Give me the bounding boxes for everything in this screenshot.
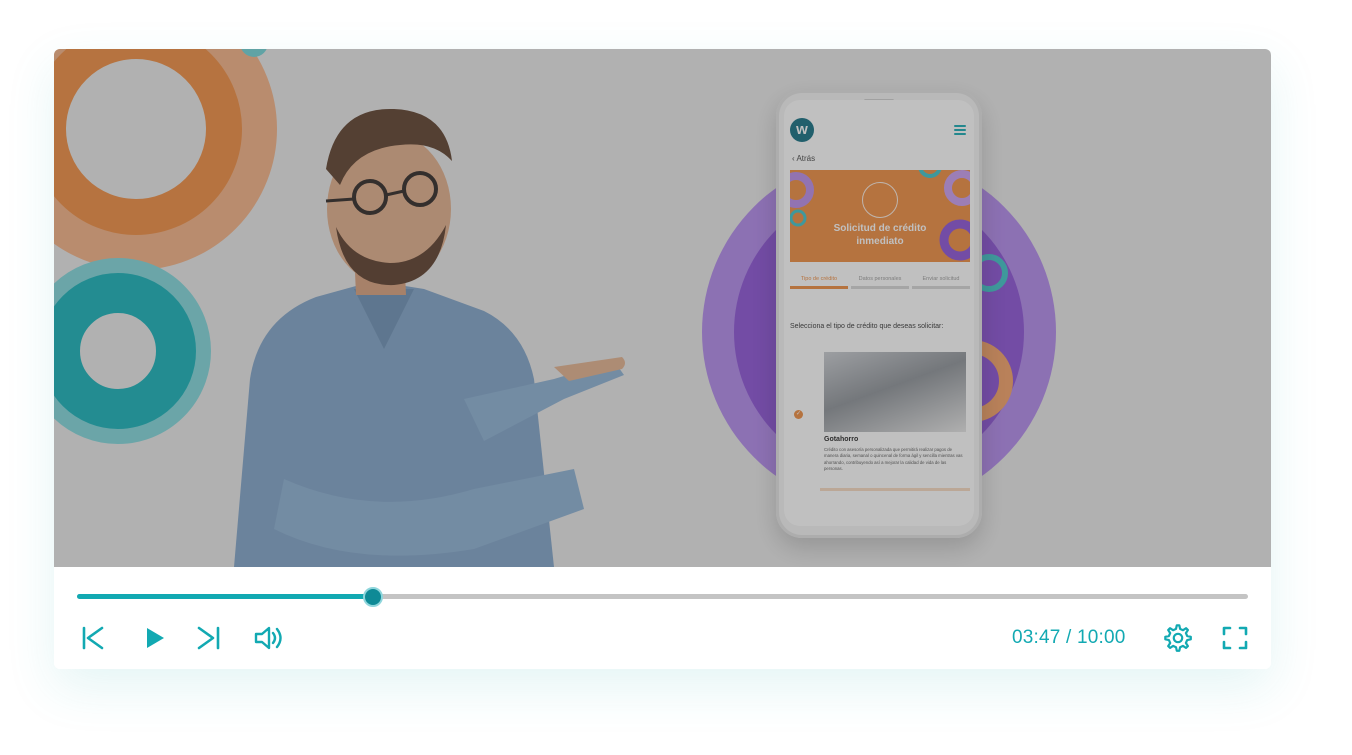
- app-steps: Tipo de crédito Datos personales Enviar …: [790, 276, 970, 294]
- back-link: ‹ Atrás: [792, 154, 816, 163]
- presenter-figure: [234, 108, 625, 567]
- video-frame[interactable]: w ‹ Atrás Solicitud de crédito inmediato: [54, 49, 1271, 567]
- video-player: w ‹ Atrás Solicitud de crédito inmediato: [54, 49, 1271, 669]
- gear-icon: [1164, 624, 1192, 652]
- progress-track[interactable]: [77, 587, 1248, 607]
- app-hero-banner: Solicitud de crédito inmediato: [790, 170, 970, 262]
- credit-option-card: Gotahorro Crédito con asesoría personali…: [820, 348, 970, 491]
- skip-next-icon: [197, 626, 220, 650]
- app-header: w: [784, 114, 974, 148]
- time-display: 03:47 / 10:00: [1012, 627, 1126, 648]
- card-photo: [824, 352, 966, 432]
- skip-previous-icon: [82, 626, 104, 650]
- next-button[interactable]: [194, 623, 224, 653]
- step-3: Enviar solicitud: [912, 276, 970, 289]
- step-label: Datos personales: [858, 276, 902, 282]
- hero-title: Solicitud de crédito inmediato: [833, 223, 927, 247]
- volume-button[interactable]: [252, 623, 282, 653]
- fullscreen-button[interactable]: [1220, 623, 1250, 653]
- card-title: Gotahorro: [824, 436, 859, 443]
- credit-type-prompt: Selecciona el tipo de crédito que deseas…: [790, 323, 944, 330]
- orange-ring-inner: [54, 49, 242, 235]
- step-2: Datos personales: [851, 276, 909, 289]
- phone-screen: w ‹ Atrás Solicitud de crédito inmediato: [784, 100, 974, 526]
- app-logo: w: [790, 118, 814, 142]
- step-label: Tipo de crédito: [800, 276, 838, 282]
- back-link-label: Atrás: [796, 154, 816, 163]
- control-bar: 03:47 / 10:00: [54, 567, 1271, 669]
- step-label: Enviar solicitud: [922, 276, 960, 282]
- previous-button[interactable]: [78, 623, 108, 653]
- wallet-icon: [862, 182, 898, 218]
- check-icon: ✓: [794, 410, 803, 419]
- progress-thumb[interactable]: [363, 587, 384, 607]
- fullscreen-icon: [1222, 626, 1248, 650]
- hamburger-menu-icon: [954, 125, 966, 137]
- play-icon: [147, 628, 164, 648]
- video-scene: [54, 49, 1056, 567]
- phone-mockup: w ‹ Atrás Solicitud de crédito inmediato: [776, 90, 982, 538]
- teal-ring-inner: [54, 273, 196, 429]
- play-button[interactable]: [140, 623, 170, 653]
- volume-icon: [254, 626, 282, 650]
- step-1: Tipo de crédito: [790, 276, 848, 289]
- progress-fill: [77, 594, 373, 599]
- card-description: Crédito con asesoría personalizada que p…: [824, 447, 963, 471]
- settings-button[interactable]: [1163, 623, 1193, 653]
